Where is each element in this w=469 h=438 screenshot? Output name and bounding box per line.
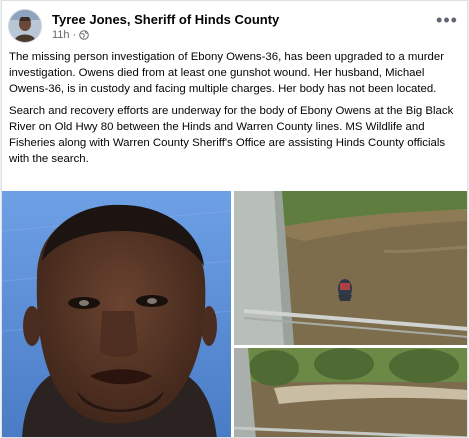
- photo-river-boat[interactable]: [234, 191, 467, 345]
- author-name[interactable]: Tyree Jones, Sheriff of Hinds County: [52, 12, 279, 27]
- author-avatar[interactable]: [8, 9, 42, 43]
- meta-separator: ·: [72, 29, 77, 41]
- photo-mugshot[interactable]: [2, 191, 231, 437]
- post-meta: 11h ·: [52, 29, 90, 41]
- post-paragraph-2: Search and recovery efforts are underway…: [9, 105, 454, 165]
- post-paragraph-1: The missing person investigation of Ebon…: [9, 51, 444, 95]
- photo-riverbank[interactable]: [234, 348, 467, 437]
- post-timestamp[interactable]: 11h: [52, 29, 70, 41]
- globe-icon: [79, 30, 90, 40]
- post-card: Tyree Jones, Sheriff of Hinds County 11h…: [1, 0, 468, 438]
- more-options-icon[interactable]: •••: [435, 11, 459, 29]
- post-body: The missing person investigation of Ebon…: [9, 49, 461, 173]
- post-header: Tyree Jones, Sheriff of Hinds County 11h…: [8, 9, 461, 45]
- post-photo-grid: [2, 191, 467, 437]
